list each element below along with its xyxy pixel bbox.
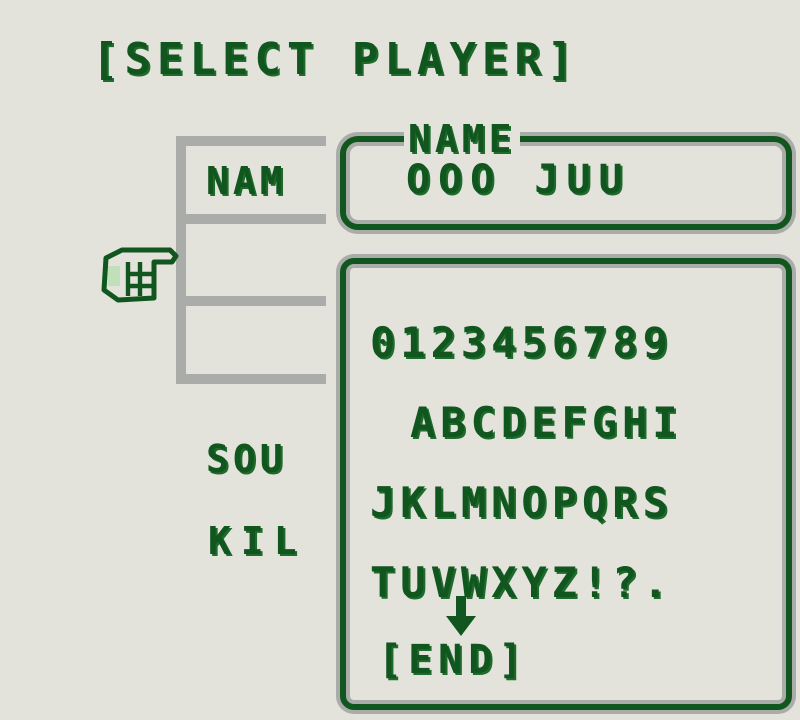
slot-divider-1 [176,214,326,224]
hand-pointer-icon [101,247,179,303]
name-value: OOO JUU [406,157,631,203]
name-legend: NAME [404,120,520,158]
char-row-j-s[interactable]: JKLMNOPQRS [370,482,673,524]
down-arrow-icon [446,596,476,636]
end-button[interactable]: [END] [378,640,528,680]
kill-option-label[interactable]: KIL [208,522,307,560]
char-row-t-period[interactable]: TUVWXYZ!?. [370,562,673,604]
char-row-digits[interactable]: 0123456789 [370,322,673,364]
slot-divider-top [176,136,326,146]
sound-option-label[interactable]: SOU [206,440,287,478]
slot-1-label[interactable]: NAM [206,162,287,200]
screen-title: [SELECT PLAYER] [92,34,580,85]
slot-divider-bottom [176,374,326,384]
slot-divider-2 [176,296,326,306]
char-row-a-i[interactable]: ABCDEFGHI [410,402,683,444]
